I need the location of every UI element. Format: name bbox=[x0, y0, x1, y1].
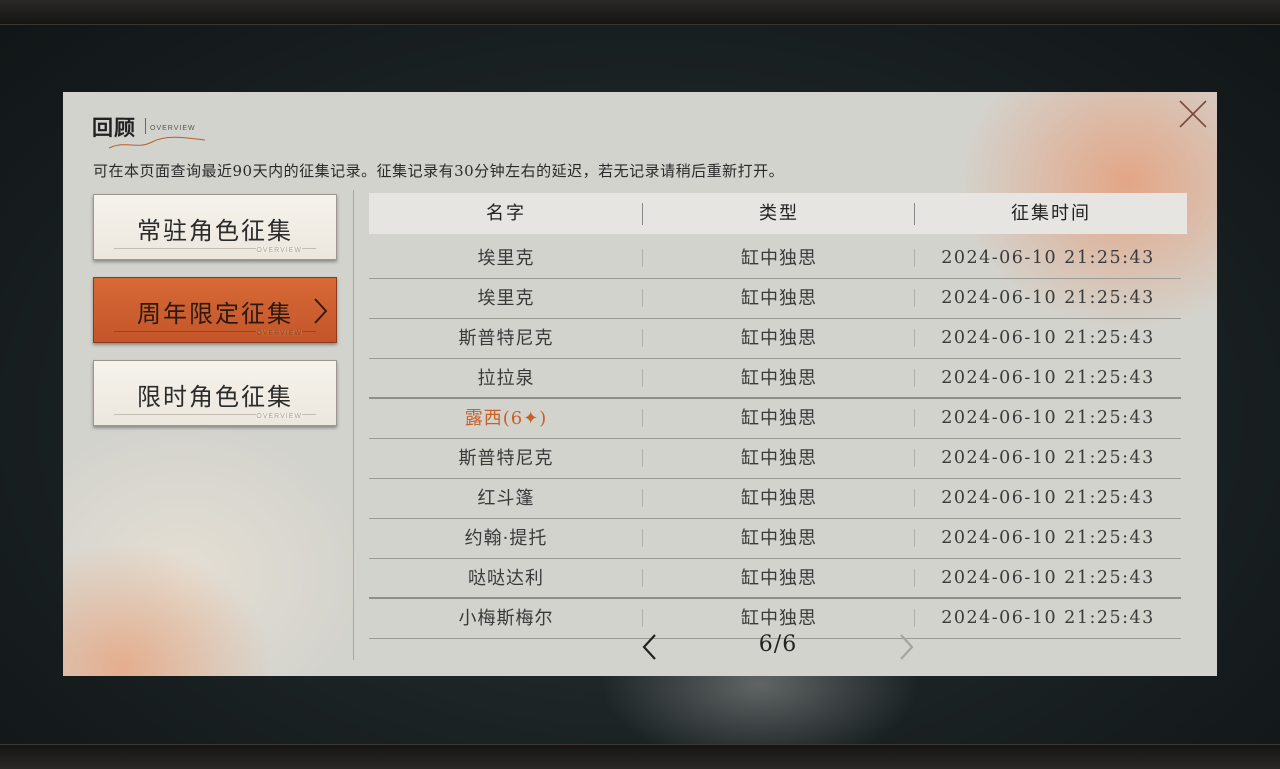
table-row: 红斗篷 缸中独思 2024-06-10 21:25:43 bbox=[369, 479, 1181, 519]
tab-deco-text: OVERVIEW bbox=[256, 413, 302, 420]
chevron-right-icon bbox=[314, 298, 328, 324]
cell-type: 缸中独思 bbox=[741, 248, 817, 269]
table-body: 埃里克 缸中独思 2024-06-10 21:25:43 埃里克 缸中独思 20… bbox=[369, 239, 1181, 639]
cell-name: 约翰·提托 bbox=[464, 528, 548, 549]
table-row: 约翰·提托 缸中独思 2024-06-10 21:25:43 bbox=[369, 519, 1181, 559]
title-swoosh-decor bbox=[108, 136, 206, 149]
cell-name: 红斗篷 bbox=[477, 488, 535, 509]
tab-label: 常驻角色征集 bbox=[137, 217, 293, 245]
cell-type: 缸中独思 bbox=[741, 568, 817, 589]
table-row: 斯普特尼克 缸中独思 2024-06-10 21:25:43 bbox=[369, 439, 1181, 479]
sidebar-divider bbox=[353, 190, 354, 660]
panel-title-sub: OVERVIEW bbox=[150, 125, 196, 132]
cell-time: 2024-06-10 21:25:43 bbox=[941, 568, 1155, 588]
tab-deco-text: OVERVIEW bbox=[256, 247, 302, 254]
cell-name: 哒哒达利 bbox=[468, 568, 544, 589]
table-row: 埃里克 缸中独思 2024-06-10 21:25:43 bbox=[369, 279, 1181, 319]
cell-time: 2024-06-10 21:25:43 bbox=[941, 608, 1155, 628]
cell-time: 2024-06-10 21:25:43 bbox=[941, 368, 1155, 388]
tab-label: 限时角色征集 bbox=[137, 383, 293, 411]
table-row: 埃里克 缸中独思 2024-06-10 21:25:43 bbox=[369, 239, 1181, 279]
table-header: 名字 类型 征集时间 bbox=[369, 193, 1187, 234]
top-border-band bbox=[0, 0, 1280, 25]
panel-header: 回顾 OVERVIEW bbox=[92, 112, 292, 152]
cell-time: 2024-06-10 21:25:43 bbox=[941, 328, 1155, 348]
table-row: 哒哒达利 缸中独思 2024-06-10 21:25:43 bbox=[369, 559, 1181, 599]
cell-name: 拉拉泉 bbox=[477, 368, 535, 389]
tab-deco-text: OVERVIEW bbox=[256, 330, 302, 337]
cell-time: 2024-06-10 21:25:43 bbox=[941, 528, 1155, 548]
cell-time: 2024-06-10 21:25:43 bbox=[941, 248, 1155, 268]
cell-time: 2024-06-10 21:25:43 bbox=[941, 288, 1155, 308]
cell-name: 埃里克 bbox=[477, 248, 535, 269]
cell-type: 缸中独思 bbox=[741, 408, 817, 429]
close-button[interactable] bbox=[1176, 97, 1210, 131]
bottom-border-band bbox=[0, 744, 1280, 769]
title-separator bbox=[145, 118, 146, 134]
cell-type: 缸中独思 bbox=[741, 528, 817, 549]
cell-time: 2024-06-10 21:25:43 bbox=[941, 488, 1155, 508]
cell-time: 2024-06-10 21:25:43 bbox=[941, 448, 1155, 468]
tab-standard-recruit[interactable]: 常驻角色征集 OVERVIEW bbox=[93, 194, 337, 260]
panel-description: 可在本页面查询最近90天内的征集记录。征集记录有30分钟左右的延迟，若无记录请稍… bbox=[93, 162, 785, 180]
cell-type: 缸中独思 bbox=[741, 488, 817, 509]
history-panel: 回顾 OVERVIEW 可在本页面查询最近90天内的征集记录。征集记录有30分钟… bbox=[63, 92, 1217, 676]
cell-time: 2024-06-10 21:25:43 bbox=[941, 408, 1155, 428]
cell-type: 缸中独思 bbox=[741, 328, 817, 349]
table-row: 露西(6✦) 缸中独思 2024-06-10 21:25:43 bbox=[369, 399, 1181, 439]
chevron-left-icon bbox=[642, 634, 656, 660]
cell-name: 斯普特尼克 bbox=[458, 448, 554, 469]
cell-type: 缸中独思 bbox=[741, 448, 817, 469]
table-row: 斯普特尼克 缸中独思 2024-06-10 21:25:43 bbox=[369, 319, 1181, 359]
tab-limited-recruit[interactable]: 限时角色征集 OVERVIEW bbox=[93, 360, 337, 426]
decor-glow-bottom-left bbox=[63, 542, 273, 676]
table-row: 拉拉泉 缸中独思 2024-06-10 21:25:43 bbox=[369, 359, 1181, 399]
cell-type: 缸中独思 bbox=[741, 288, 817, 309]
cell-type: 缸中独思 bbox=[741, 368, 817, 389]
cell-name: 斯普特尼克 bbox=[458, 328, 554, 349]
column-header-type: 类型 bbox=[759, 203, 799, 224]
page-indicator: 6/6 bbox=[758, 632, 798, 657]
tab-anniversary-recruit[interactable]: 周年限定征集 OVERVIEW bbox=[93, 277, 337, 343]
close-icon bbox=[1179, 100, 1207, 128]
chevron-right-icon bbox=[900, 634, 914, 660]
tab-label: 周年限定征集 bbox=[137, 300, 293, 328]
cell-name: 埃里克 bbox=[477, 288, 535, 309]
column-header-time: 征集时间 bbox=[1011, 203, 1091, 224]
prev-page-button[interactable] bbox=[639, 633, 661, 661]
next-page-button[interactable] bbox=[895, 633, 917, 661]
cell-name-highlight: 露西(6✦) bbox=[464, 408, 548, 429]
column-header-name: 名字 bbox=[486, 203, 526, 224]
cell-name: 小梅斯梅尔 bbox=[458, 608, 554, 629]
